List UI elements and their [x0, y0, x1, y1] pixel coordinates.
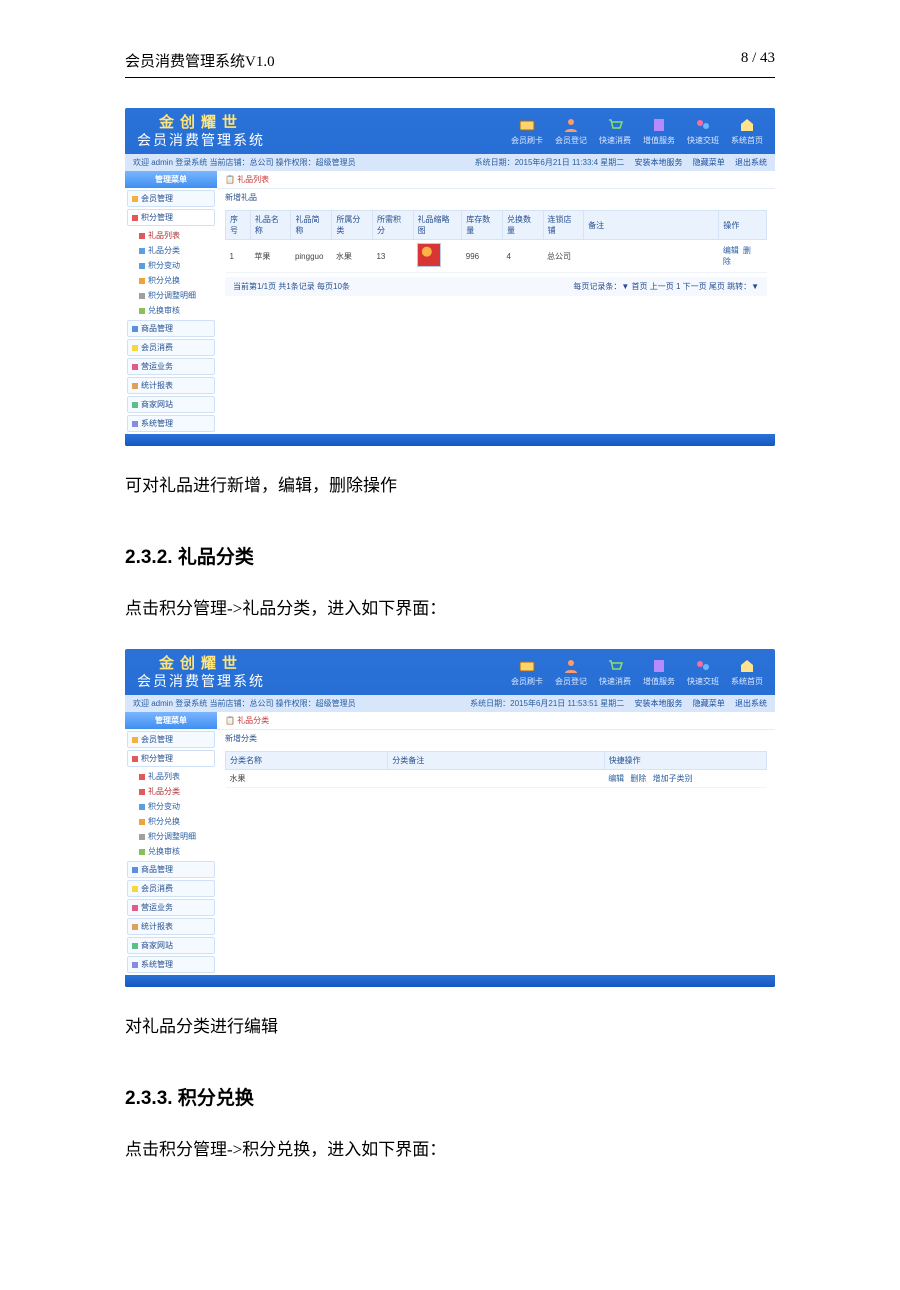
edit-link[interactable]: 编辑	[723, 246, 739, 255]
sidebar-group-product[interactable]: 商品管理	[127, 861, 215, 878]
sidebar: 管理菜单 会员管理 积分管理 礼品列表 礼品分类 积分变动 积分兑换 积分调整明…	[125, 712, 217, 975]
app-header: 金创耀世 会员消费管理系统 会员刷卡 会员登记 快速消费 增值服务 快速交班 系…	[125, 649, 775, 695]
nav-register-icon[interactable]: 会员登记	[555, 117, 587, 146]
add-category-button[interactable]: 新增分类	[225, 734, 257, 743]
nav-home-icon[interactable]: 系统首页	[731, 658, 763, 687]
pager-info: 当前第1/1页 共1条记录 每页10条	[233, 281, 350, 292]
pager-controls[interactable]: 每页记录条：▼ 首页 上一页 1 下一页 尾页 跳转：▼	[573, 281, 759, 292]
sidebar-group-site[interactable]: 商家网站	[127, 937, 215, 954]
brand-top: 金创耀世	[137, 114, 265, 132]
sidebar-group-points[interactable]: 积分管理	[127, 750, 215, 767]
sidebar-group-points[interactable]: 积分管理	[127, 209, 215, 226]
sidebar-group-consume[interactable]: 会员消费	[127, 880, 215, 897]
sidebar-group-consume[interactable]: 会员消费	[127, 339, 215, 356]
status-bar: 欢迎 admin 登录系统 当前店铺：总公司 操作权限：超级管理员 系统日期：2…	[125, 695, 775, 712]
sidebar-item-gift-list[interactable]: 礼品列表	[125, 769, 217, 784]
sidebar-item-points-exchange[interactable]: 积分兑换	[125, 814, 217, 829]
brand: 金创耀世 会员消费管理系统	[137, 114, 265, 149]
page-number: 8 / 43	[741, 50, 775, 71]
table-header-row: 序号 礼品名称 礼品简称 所属分类 所需积分 礼品缩略图 库存数量 兑换数量 连…	[226, 211, 767, 240]
link-hide-menu[interactable]: 隐藏菜单	[693, 158, 725, 167]
edit-link[interactable]: 编辑	[608, 774, 624, 783]
content-area: 📋 礼品分类 新增分类 分类名称 分类备注 快捷操作 水果	[217, 712, 775, 975]
category-table: 分类名称 分类备注 快捷操作 水果 编辑 删除 增加子类别	[225, 751, 767, 788]
table-row[interactable]: 水果 编辑 删除 增加子类别	[226, 770, 767, 788]
brand: 金创耀世 会员消费管理系统	[137, 655, 265, 690]
section-232: 2.3.2. 礼品分类	[125, 542, 775, 569]
footer-bar	[125, 975, 775, 987]
screenshot-gift-list: 金创耀世 会员消费管理系统 会员刷卡 会员登记 快速消费 增值服务 快速交班 系…	[125, 108, 775, 446]
footer-bar	[125, 434, 775, 446]
link-logout[interactable]: 退出系统	[735, 158, 767, 167]
nav-value-icon[interactable]: 增值服务	[643, 658, 675, 687]
sidebar-group-operate[interactable]: 营运业务	[127, 358, 215, 375]
link-hide-menu[interactable]: 隐藏菜单	[693, 699, 725, 708]
nav-card-icon[interactable]: 会员刷卡	[511, 117, 543, 146]
section-233: 2.3.3. 积分兑换	[125, 1083, 775, 1110]
breadcrumb: 📋 礼品分类	[217, 712, 775, 730]
header-rule	[125, 77, 775, 78]
link-local-service[interactable]: 安装本地服务	[635, 699, 683, 708]
brand-top: 金创耀世	[137, 655, 265, 673]
app-header: 金创耀世 会员消费管理系统 会员刷卡 会员登记 快速消费 增值服务 快速交班 系…	[125, 108, 775, 154]
nav-register-icon[interactable]: 会员登记	[555, 658, 587, 687]
nav-cart-icon[interactable]: 快速消费	[599, 658, 631, 687]
sidebar-group-system[interactable]: 系统管理	[127, 415, 215, 432]
sidebar-item-points-detail[interactable]: 积分调整明细	[125, 288, 217, 303]
sidebar-group-product[interactable]: 商品管理	[127, 320, 215, 337]
add-gift-button[interactable]: 新增礼品	[225, 193, 257, 202]
sidebar-header: 管理菜单	[125, 712, 217, 729]
sidebar-item-points-detail[interactable]: 积分调整明细	[125, 829, 217, 844]
status-date: 系统日期：2015年6月21日 11:33:4 星期二	[475, 158, 625, 167]
intro-232: 点击积分管理->礼品分类，进入如下界面：	[125, 594, 775, 625]
nav-card-icon[interactable]: 会员刷卡	[511, 658, 543, 687]
sidebar-item-points-change[interactable]: 积分变动	[125, 258, 217, 273]
sidebar-item-points-change[interactable]: 积分变动	[125, 799, 217, 814]
sidebar-item-gift-list[interactable]: 礼品列表	[125, 228, 217, 243]
nav-cart-icon[interactable]: 快速消费	[599, 117, 631, 146]
table-header-row: 分类名称 分类备注 快捷操作	[226, 752, 767, 770]
intro-233: 点击积分管理->积分兑换，进入如下界面：	[125, 1135, 775, 1166]
top-nav: 会员刷卡 会员登记 快速消费 增值服务 快速交班 系统首页	[511, 117, 763, 146]
sidebar-item-exchange-audit[interactable]: 兑换审核	[125, 844, 217, 859]
breadcrumb: 📋 礼品列表	[217, 171, 775, 189]
delete-link[interactable]: 删除	[630, 774, 646, 783]
sidebar-item-points-exchange[interactable]: 积分兑换	[125, 273, 217, 288]
sidebar-group-report[interactable]: 统计报表	[127, 377, 215, 394]
status-date: 系统日期：2015年6月21日 11:53:51 星期二	[470, 699, 624, 708]
sidebar: 管理菜单 会员管理 积分管理 礼品列表 礼品分类 积分变动 积分兑换 积分调整明…	[125, 171, 217, 434]
sidebar-group-system[interactable]: 系统管理	[127, 956, 215, 973]
sidebar-group-report[interactable]: 统计报表	[127, 918, 215, 935]
sidebar-group-site[interactable]: 商家网站	[127, 396, 215, 413]
brand-sub: 会员消费管理系统	[137, 673, 265, 690]
sidebar-item-exchange-audit[interactable]: 兑换审核	[125, 303, 217, 318]
gift-thumbnail	[417, 243, 441, 267]
link-local-service[interactable]: 安装本地服务	[635, 158, 683, 167]
status-left: 欢迎 admin 登录系统 当前店铺：总公司 操作权限：超级管理员	[133, 157, 356, 168]
nav-shift-icon[interactable]: 快速交班	[687, 117, 719, 146]
pagination: 当前第1/1页 共1条记录 每页10条 每页记录条：▼ 首页 上一页 1 下一页…	[225, 277, 767, 296]
nav-home-icon[interactable]: 系统首页	[731, 117, 763, 146]
sidebar-group-member[interactable]: 会员管理	[127, 190, 215, 207]
content-area: 📋 礼品列表 新增礼品 序号 礼品名称 礼品简称 所属分类 所需积分 礼品缩略图…	[217, 171, 775, 434]
table-row[interactable]: 1 苹果 pingguo 水果 13 996 4 总公司 编辑删除	[226, 240, 767, 273]
caption-1: 可对礼品进行新增，编辑，删除操作	[125, 471, 775, 502]
brand-sub: 会员消费管理系统	[137, 132, 265, 149]
sidebar-item-gift-category[interactable]: 礼品分类	[125, 243, 217, 258]
sidebar-item-gift-category[interactable]: 礼品分类	[125, 784, 217, 799]
nav-shift-icon[interactable]: 快速交班	[687, 658, 719, 687]
doc-title: 会员消费管理系统V1.0	[125, 50, 275, 71]
top-nav: 会员刷卡 会员登记 快速消费 增值服务 快速交班 系统首页	[511, 658, 763, 687]
nav-value-icon[interactable]: 增值服务	[643, 117, 675, 146]
caption-2: 对礼品分类进行编辑	[125, 1012, 775, 1043]
sidebar-group-member[interactable]: 会员管理	[127, 731, 215, 748]
screenshot-gift-category: 金创耀世 会员消费管理系统 会员刷卡 会员登记 快速消费 增值服务 快速交班 系…	[125, 649, 775, 987]
status-bar: 欢迎 admin 登录系统 当前店铺：总公司 操作权限：超级管理员 系统日期：2…	[125, 154, 775, 171]
add-child-link[interactable]: 增加子类别	[653, 774, 693, 783]
link-logout[interactable]: 退出系统	[735, 699, 767, 708]
sidebar-group-operate[interactable]: 营运业务	[127, 899, 215, 916]
gift-table: 序号 礼品名称 礼品简称 所属分类 所需积分 礼品缩略图 库存数量 兑换数量 连…	[225, 210, 767, 273]
status-left: 欢迎 admin 登录系统 当前店铺：总公司 操作权限：超级管理员	[133, 698, 356, 709]
sidebar-header: 管理菜单	[125, 171, 217, 188]
